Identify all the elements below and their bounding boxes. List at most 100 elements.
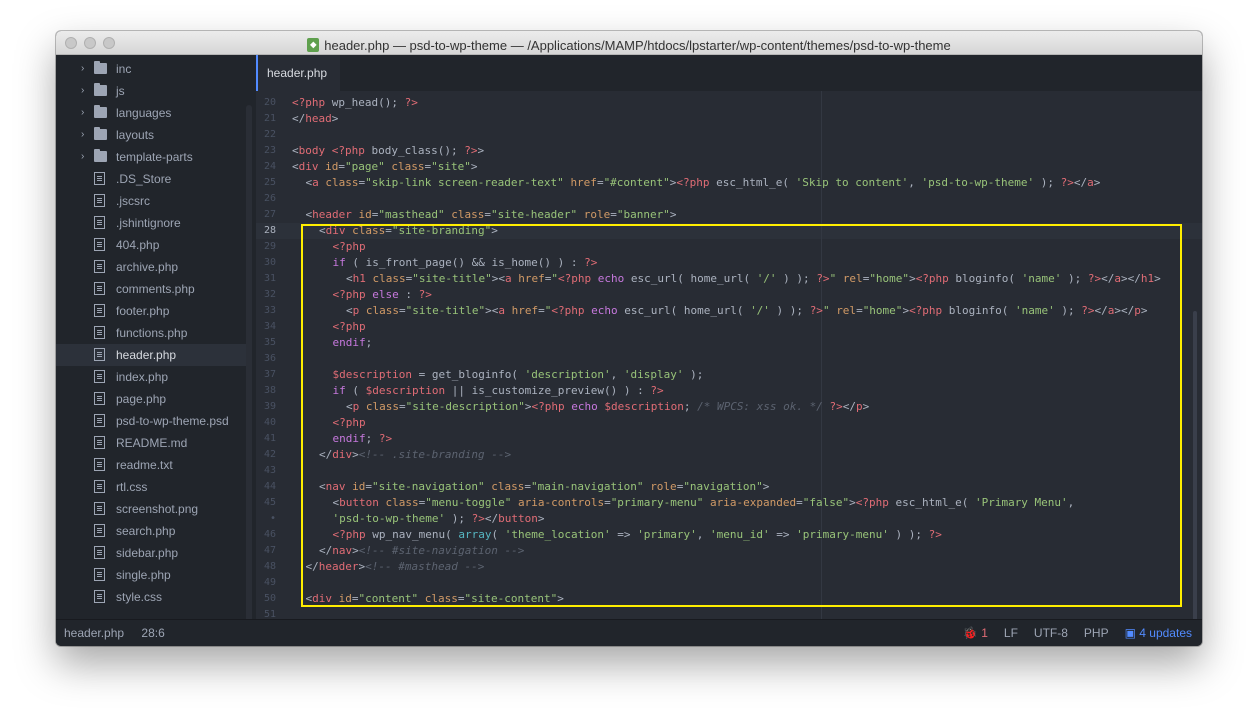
code-line[interactable]: <nav id="site-navigation" class="main-na… <box>319 479 769 495</box>
code-line[interactable]: if ( is_front_page() && is_home() ) : ?> <box>333 255 598 271</box>
code-token: , <box>1067 496 1075 509</box>
code-line[interactable]: <?php <box>333 319 366 335</box>
chevron-right-icon[interactable]: › <box>81 58 84 80</box>
linter-issues[interactable]: 🐞 1 <box>963 620 988 646</box>
code-token: , <box>610 368 624 381</box>
file-icon <box>94 568 105 581</box>
code-token: div <box>312 592 332 605</box>
code-line[interactable]: <h1 class="site-title"><a href="<?php ec… <box>346 271 1161 287</box>
line-number: 33 <box>263 305 276 316</box>
code-line[interactable]: <div id="page" class="site"> <box>292 159 478 175</box>
package-updates[interactable]: ▣ 4 updates <box>1125 620 1192 646</box>
code-line[interactable]: <?php wp_nav_menu( array( 'theme_locatio… <box>333 527 942 543</box>
status-encoding[interactable]: UTF-8 <box>1034 620 1068 646</box>
tree-file[interactable]: search.php <box>56 520 246 542</box>
code-token: </ <box>484 512 499 525</box>
editor-scrollbar[interactable] <box>1193 311 1197 620</box>
code-line[interactable]: <button class="menu-toggle" aria-control… <box>333 495 1075 511</box>
tree-file[interactable]: .DS_Store <box>56 168 246 190</box>
status-file-name[interactable]: header.php <box>64 626 124 640</box>
code-token: <?php <box>332 528 366 541</box>
code-line[interactable]: </nav><!-- #site-navigation --> <box>319 543 524 559</box>
tree-folder[interactable]: › template-parts <box>56 146 246 168</box>
tree-file[interactable]: header.php <box>56 344 246 366</box>
zoom-window-button[interactable] <box>103 37 115 49</box>
code-token: href <box>518 272 545 285</box>
code-editor[interactable]: 20 21 22 23 24 25 26 27 28 29 30 31 32 33 34 35 36 37 38 39… <box>256 91 1202 620</box>
tree-file[interactable]: psd-to-wp-theme.psd <box>56 410 246 432</box>
code-token: 'psd-to-wp-theme' <box>921 176 1035 189</box>
tree-file[interactable]: readme.txt <box>56 454 246 476</box>
code-token: "site" <box>431 160 471 173</box>
code-line[interactable]: <?php else : ?> <box>333 287 432 303</box>
code-line[interactable]: if ( $description || is_customize_previe… <box>333 383 664 399</box>
code-line[interactable]: <p class="site-title"><a href="<?php ech… <box>346 303 1148 319</box>
tree-file[interactable]: style.css <box>56 586 246 608</box>
code-token: div <box>298 160 319 173</box>
line-number: • <box>269 513 276 524</box>
code-line[interactable]: </header><!-- #masthead --> <box>306 559 485 575</box>
tree-file[interactable]: .jscsrc <box>56 190 246 212</box>
tree-folder[interactable]: › layouts <box>56 124 246 146</box>
status-line-ending[interactable]: LF <box>1004 620 1018 646</box>
minimize-window-button[interactable] <box>84 37 96 49</box>
tree-file[interactable]: README.md <box>56 432 246 454</box>
code-line[interactable]: 'psd-to-wp-theme' ); ?></button> <box>333 511 545 527</box>
code-line[interactable]: <div class="site-branding"> <box>319 223 498 239</box>
code-token: "banner" <box>616 208 670 221</box>
status-grammar[interactable]: PHP <box>1084 620 1109 646</box>
tree-file[interactable]: single.php <box>56 564 246 586</box>
tree-folder[interactable]: › inc <box>56 58 246 80</box>
code-line[interactable]: <a class="skip-link screen-reader-text" … <box>306 175 1101 191</box>
code-token: ?> <box>1081 304 1095 317</box>
code-line[interactable]: <div id="content" class="site-content"> <box>306 591 564 607</box>
code-line[interactable]: <?php wp_head(); ?> <box>292 95 418 111</box>
code-token: < <box>346 272 353 285</box>
code-line[interactable]: <header id="masthead" class="site-header… <box>306 207 677 223</box>
tree-file[interactable]: sidebar.php <box>56 542 246 564</box>
code-token: </ <box>1094 304 1108 317</box>
code-line[interactable]: $description = get_bloginfo( 'descriptio… <box>333 367 704 383</box>
tree-folder[interactable]: › languages <box>56 102 246 124</box>
tree-file[interactable]: screenshot.png <box>56 498 246 520</box>
chevron-right-icon[interactable]: › <box>81 146 84 168</box>
code-line[interactable]: <body <?php body_class(); ?>> <box>292 143 484 159</box>
tree-file[interactable]: page.php <box>56 388 246 410</box>
tree-vertical-scrollbar[interactable] <box>246 105 252 625</box>
code-line[interactable]: endif; <box>333 335 373 351</box>
chevron-right-icon[interactable]: › <box>81 124 84 146</box>
code-token: > <box>909 272 916 285</box>
tree-file[interactable]: rtl.css <box>56 476 246 498</box>
tree-file[interactable]: index.php <box>56 366 246 388</box>
line-number: 37 <box>263 369 276 380</box>
tree-file[interactable]: 404.php <box>56 234 246 256</box>
code-token: = <box>524 480 531 493</box>
chevron-right-icon[interactable]: › <box>81 80 84 102</box>
chevron-right-icon[interactable]: › <box>81 102 84 124</box>
code-line[interactable]: endif; ?> <box>333 431 393 447</box>
tree-file[interactable]: comments.php <box>56 278 246 300</box>
tree-item-label: index.php <box>116 370 169 384</box>
code-token: <?php <box>676 176 710 189</box>
tree-folder[interactable]: › js <box>56 80 246 102</box>
code-line[interactable]: <?php <box>333 239 366 255</box>
code-token: ></ <box>1121 272 1141 285</box>
code-line[interactable]: </div><!-- .site-branding --> <box>319 447 511 463</box>
status-cursor-position[interactable]: 28:6 <box>141 626 164 640</box>
code-token: = <box>484 208 491 221</box>
code-line[interactable]: <?php <box>333 415 366 431</box>
close-window-button[interactable] <box>65 37 77 49</box>
tab-header-php[interactable]: header.php <box>256 55 340 91</box>
code-token: < <box>292 160 299 173</box>
tree-file[interactable]: .jshintignore <box>56 212 246 234</box>
updates-label: 4 updates <box>1139 626 1192 640</box>
code-token: 'display' <box>623 368 684 381</box>
folder-icon <box>94 61 107 74</box>
tree-file[interactable]: footer.php <box>56 300 246 322</box>
code-token: < <box>319 480 326 493</box>
tree-file[interactable]: functions.php <box>56 322 246 344</box>
code-line[interactable]: < p class="site-description" > <?php echo $… <box>346 399 869 415</box>
tree-file[interactable]: archive.php <box>56 256 246 278</box>
code-line[interactable]: </head> <box>292 111 338 127</box>
code-token: ?> <box>464 144 478 157</box>
